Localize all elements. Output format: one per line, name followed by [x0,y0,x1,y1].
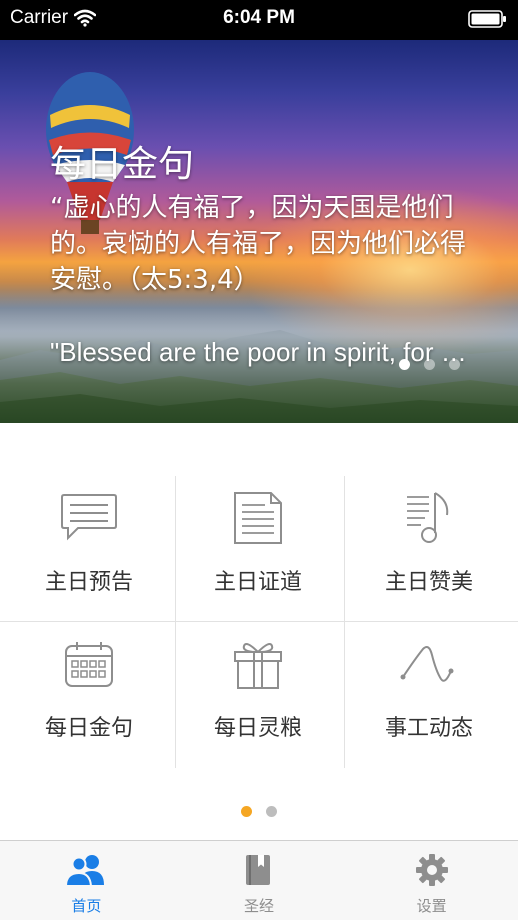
tab-home[interactable]: 首页 [0,841,173,920]
grid-item-label: 事工动态 [384,716,473,741]
grid-page-indicator[interactable] [0,806,518,817]
calendar-icon [64,636,114,692]
grid-item-label: 每日金句 [44,716,133,741]
wave-curve-icon [399,636,459,692]
tab-label: 设置 [416,897,447,915]
banner-dot-3[interactable] [449,359,460,370]
grid-item-ministry-news[interactable]: 事工动态 [343,622,515,768]
grid-item-sunday-worship[interactable]: 主日赞美 [343,476,515,622]
tab-label: 圣经 [244,897,275,915]
status-time: 6:04 PM [223,7,295,28]
grid-page-dot-1[interactable] [241,806,252,817]
battery-icon [468,9,508,35]
gift-icon [232,636,284,692]
chat-bubble-icon [60,490,118,546]
tab-label: 首页 [71,897,102,915]
grid-item-daily-bread[interactable]: 每日灵粮 [172,622,344,768]
banner-dot-2[interactable] [424,359,435,370]
verse-chinese: “虚心的人有福了，因为天国是他们的。哀恸的人有福了，因为他们必得安慰。（太5:3… [50,193,467,295]
daily-verse-banner[interactable]: 每日金句 “虚心的人有福了，因为天国是他们的。哀恸的人有福了，因为他们必得安慰。… [0,40,518,423]
banner-page-indicator[interactable] [399,359,460,370]
grid-item-label: 主日赞美 [384,570,473,595]
banner-dot-1[interactable] [399,359,410,370]
grid-item-label: 主日证道 [213,570,302,595]
document-icon [233,490,283,546]
grid-item-label: 每日灵粮 [213,716,302,741]
music-note-icon [403,490,455,546]
tab-bible[interactable]: 圣经 [173,841,346,920]
tab-settings[interactable]: 设置 [345,841,518,920]
users-icon [65,855,105,887]
grid-item-label: 主日预告 [44,570,133,595]
book-icon [246,855,270,885]
grid-item-sunday-sermon[interactable]: 主日证道 [172,476,344,622]
feature-grid: 主日预告 主日证道 主日赞美 每日金句 每日灵粮 事工动态 [0,476,518,768]
grid-item-daily-verse[interactable]: 每日金句 [3,622,175,768]
banner-title: 每日金句 [50,144,195,185]
gear-icon [415,854,448,886]
grid-item-sunday-notice[interactable]: 主日预告 [3,476,175,622]
tab-bar: 首页 圣经 设置 [0,840,518,920]
status-bar: Carrier 6:04 PM [0,0,518,40]
grid-page-dot-2[interactable] [266,806,277,817]
